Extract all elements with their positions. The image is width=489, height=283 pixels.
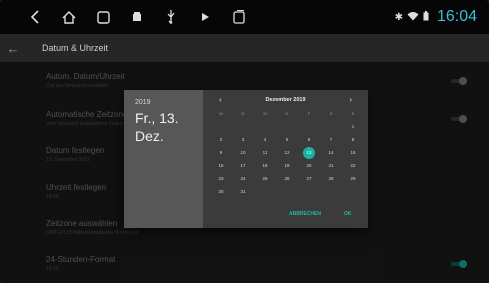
calendar-day[interactable]: 30 bbox=[214, 186, 228, 198]
next-month-icon[interactable]: › bbox=[349, 95, 352, 104]
calendar-day[interactable]: 4 bbox=[258, 134, 272, 146]
calendar-day[interactable]: 19 bbox=[280, 160, 294, 172]
weekday-label: F bbox=[307, 111, 311, 116]
calendar-day[interactable]: 7 bbox=[324, 134, 338, 146]
gallery-icon[interactable] bbox=[122, 0, 152, 34]
calendar-day[interactable]: 3 bbox=[236, 134, 250, 146]
calendar-day[interactable]: 25 bbox=[258, 173, 272, 185]
weekday-label: S bbox=[351, 111, 355, 116]
calendar-day[interactable]: 23 bbox=[214, 173, 228, 185]
calendar-day[interactable]: 16 bbox=[214, 160, 228, 172]
cancel-button[interactable]: ABBRECHEN bbox=[289, 211, 321, 217]
play-icon[interactable] bbox=[190, 0, 220, 34]
selected-date: Fr., 13. Dez. bbox=[135, 110, 179, 144]
calendar-day[interactable]: 17 bbox=[236, 160, 250, 172]
weekday-label: M bbox=[219, 111, 223, 116]
selected-day[interactable]: 13 bbox=[303, 147, 315, 159]
navigation-bar: ✱ 16:04 bbox=[0, 0, 489, 34]
weekday-label: D bbox=[285, 111, 289, 116]
calendar-day[interactable]: 8 bbox=[346, 134, 360, 146]
calendar-day[interactable]: 21 bbox=[324, 160, 338, 172]
bluetooth-icon: ✱ bbox=[394, 11, 403, 23]
calendar-day[interactable]: 9 bbox=[214, 147, 228, 159]
calendar-day[interactable]: 15 bbox=[346, 147, 360, 159]
calendar-day[interactable]: 31 bbox=[236, 186, 250, 198]
ok-button[interactable]: OK bbox=[344, 211, 352, 217]
calendar-day[interactable]: 24 bbox=[236, 173, 250, 185]
month-bar: ‹ Dezember 2019 › bbox=[203, 95, 368, 107]
recent-apps-icon[interactable] bbox=[88, 0, 118, 34]
back-icon[interactable] bbox=[20, 0, 50, 34]
date-picker-header: 2019 Fr., 13. Dez. bbox=[124, 90, 203, 228]
calendar-day[interactable]: 11 bbox=[258, 147, 272, 159]
header-back-icon[interactable]: ← bbox=[0, 41, 26, 56]
screen: ✱ 16:04 ← Datum & Uhrzeit Autom. Datum/U… bbox=[0, 0, 489, 283]
calendar: ‹ Dezember 2019 › ABBRECHEN OK MDMDFSS12… bbox=[203, 90, 368, 228]
clock: 16:04 bbox=[436, 8, 477, 25]
calendar-day[interactable]: 26 bbox=[280, 173, 294, 185]
calendar-day[interactable]: 14 bbox=[324, 147, 338, 159]
calendar-day[interactable]: 28 bbox=[324, 173, 338, 185]
usb-icon[interactable] bbox=[156, 0, 186, 34]
calendar-day[interactable]: 29 bbox=[346, 173, 360, 185]
weekday-label: S bbox=[329, 111, 333, 116]
status-area: ✱ 16:04 bbox=[395, 0, 477, 34]
weekday-label: M bbox=[263, 111, 267, 116]
home-icon[interactable] bbox=[54, 0, 84, 34]
wifi-icon bbox=[407, 8, 419, 26]
calendar-day[interactable]: 12 bbox=[280, 147, 294, 159]
month-label: Dezember 2019 bbox=[265, 97, 306, 103]
page-header: ← Datum & Uhrzeit bbox=[0, 34, 489, 62]
calendar-day[interactable]: 10 bbox=[236, 147, 250, 159]
page-title: Datum & Uhrzeit bbox=[42, 43, 109, 53]
calendar-day[interactable]: 5 bbox=[280, 134, 294, 146]
calendar-day[interactable]: 1 bbox=[346, 121, 360, 133]
date-picker-dialog: 2019 Fr., 13. Dez. ‹ Dezember 2019 › ABB… bbox=[124, 90, 368, 228]
calendar-day[interactable]: 2 bbox=[214, 134, 228, 146]
calendar-day[interactable]: 18 bbox=[258, 160, 272, 172]
calendar-day[interactable]: 22 bbox=[346, 160, 360, 172]
selected-year[interactable]: 2019 bbox=[135, 99, 203, 106]
battery-icon bbox=[423, 8, 429, 26]
window-icon[interactable] bbox=[224, 0, 254, 34]
calendar-day[interactable]: 6 bbox=[302, 134, 316, 146]
weekday-label: D bbox=[241, 111, 245, 116]
calendar-day[interactable]: 20 bbox=[302, 160, 316, 172]
calendar-day[interactable]: 27 bbox=[302, 173, 316, 185]
